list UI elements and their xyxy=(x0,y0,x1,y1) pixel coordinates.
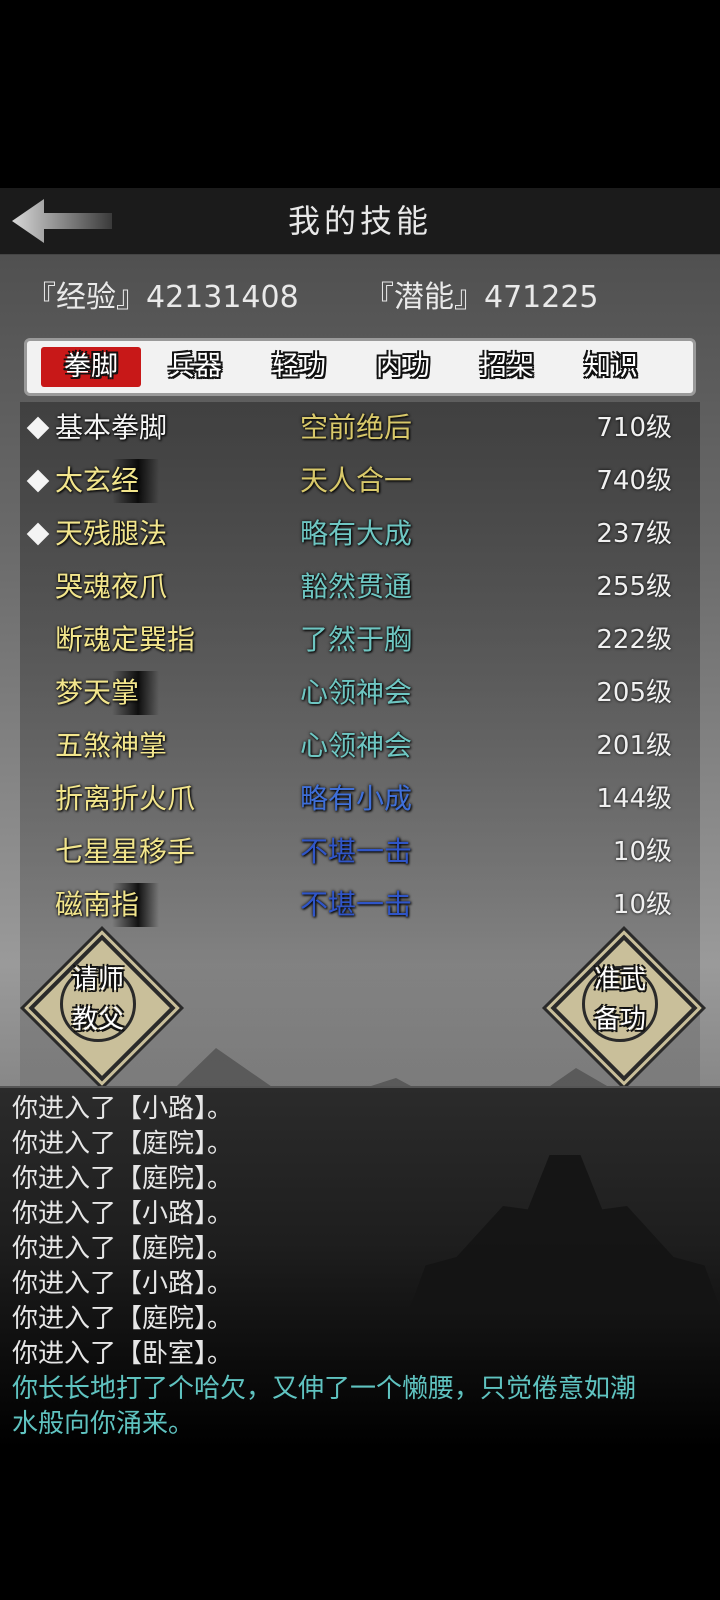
message-log: 你进入了【小路】。 你进入了【庭院】。 你进入了【庭院】。 你进入了【小路】。 你进入了… xyxy=(0,1086,720,1600)
skill-level: 710级 xyxy=(596,413,672,443)
skill-level: 10级 xyxy=(612,890,672,920)
skill-grade: 心领神会 xyxy=(300,676,413,709)
status-bar-area xyxy=(0,0,720,188)
skill-grade: 略有小成 xyxy=(300,782,413,815)
skill-level: 255级 xyxy=(596,572,672,602)
skill-level: 237级 xyxy=(596,519,672,549)
skill-name: 折离折火爪 xyxy=(55,782,196,815)
log-lines: 你进入了【小路】。 你进入了【庭院】。 你进入了【庭院】。 你进入了【小路】。 你进入了… xyxy=(12,1092,712,1442)
skill-row[interactable]: 折离折火爪 略有小成 144级 xyxy=(20,773,700,826)
diamond-bullet-icon xyxy=(26,416,50,440)
tab-zhishi[interactable]: 知识 xyxy=(561,347,661,387)
skill-row[interactable]: 太玄经 天人合一 740级 xyxy=(20,455,700,508)
skill-grade: 豁然贯通 xyxy=(300,570,413,603)
log-line: 你进入了【小路】。 xyxy=(12,1094,234,1124)
header-bar: 我的技能 xyxy=(0,188,720,255)
skill-name: 梦天掌 xyxy=(55,671,160,715)
skill-level: 10级 xyxy=(612,837,672,867)
skill-level: 144级 xyxy=(596,784,672,814)
tab-quanjiao[interactable]: 拳脚 xyxy=(41,347,141,387)
prepare-skill-button[interactable]: 准武 备功 xyxy=(550,934,698,1082)
skill-category-tabs: 拳脚 兵器 轻功 内功 招架 知识 xyxy=(24,338,696,396)
log-line: 你进入了【小路】。 xyxy=(12,1269,234,1299)
tab-qinggong[interactable]: 轻功 xyxy=(249,347,349,387)
skill-row[interactable]: 五煞神掌 心领神会 201级 xyxy=(20,720,700,773)
skill-row[interactable]: 七星星移手 不堪一击 10级 xyxy=(20,826,700,879)
skills-screen: 我的技能 『经验』42131408 『潜能』471225 拳脚 兵器 轻功 内功… xyxy=(0,188,720,1600)
log-line: 水般向你涌来。 xyxy=(12,1409,195,1439)
stats-bar: 『经验』42131408 『潜能』471225 xyxy=(0,254,720,334)
skill-row[interactable]: 哭魂夜爪 豁然贯通 255级 xyxy=(20,561,700,614)
skill-grade: 不堪一击 xyxy=(300,835,413,868)
skill-row[interactable]: 基本拳脚 空前绝后 710级 xyxy=(20,402,700,455)
skill-level: 205级 xyxy=(596,678,672,708)
diamond-bullet-icon xyxy=(26,469,50,493)
skill-row[interactable]: 梦天掌 心领神会 205级 xyxy=(20,667,700,720)
skill-row[interactable]: 磁南指 不堪一击 10级 xyxy=(20,879,700,932)
log-line: 你进入了【庭院】。 xyxy=(12,1304,234,1334)
skill-row[interactable]: 天残腿法 略有大成 237级 xyxy=(20,508,700,561)
skill-grade: 心领神会 xyxy=(300,729,413,762)
skill-row[interactable]: 断魂定巽指 了然于胸 222级 xyxy=(20,614,700,667)
log-line: 你进入了【卧室】。 xyxy=(12,1339,234,1369)
log-line: 你进入了【庭院】。 xyxy=(12,1164,234,1194)
tab-neigong[interactable]: 内功 xyxy=(353,347,453,387)
skill-grade: 略有大成 xyxy=(300,517,413,550)
skill-name: 哭魂夜爪 xyxy=(55,570,168,603)
skill-grade: 天人合一 xyxy=(300,464,413,497)
skill-level: 201级 xyxy=(596,731,672,761)
ask-teacher-button[interactable]: 请师 教父 xyxy=(28,934,176,1082)
log-line: 你进入了【庭院】。 xyxy=(12,1129,234,1159)
skill-name: 七星星移手 xyxy=(55,835,196,868)
button-label: 请师 教父 xyxy=(71,965,124,1035)
potential-stat: 『潜能』471225 xyxy=(364,280,599,315)
skill-grade: 空前绝后 xyxy=(300,411,413,444)
skill-name: 五煞神掌 xyxy=(55,729,168,762)
skill-grade: 不堪一击 xyxy=(300,888,413,921)
exp-stat: 『经验』42131408 xyxy=(26,280,299,315)
skill-name: 太玄经 xyxy=(55,459,160,503)
skill-level: 740级 xyxy=(596,466,672,496)
log-line: 你进入了【小路】。 xyxy=(12,1199,234,1229)
page-title: 我的技能 xyxy=(287,202,432,240)
button-label: 准武 备功 xyxy=(593,965,646,1035)
skill-name: 磁南指 xyxy=(55,883,160,927)
log-line: 你长长地打了个哈欠，又伸了一个懒腰，只觉倦意如潮 xyxy=(12,1374,637,1404)
diamond-bullet-icon xyxy=(26,522,50,546)
skill-name: 断魂定巽指 xyxy=(55,623,196,656)
skill-level: 222级 xyxy=(596,625,672,655)
log-line: 你进入了【庭院】。 xyxy=(12,1234,234,1264)
skill-name: 天残腿法 xyxy=(55,517,168,550)
skill-grade: 了然于胸 xyxy=(300,623,413,656)
skill-name: 基本拳脚 xyxy=(55,411,168,444)
tab-bingqi[interactable]: 兵器 xyxy=(145,347,245,387)
tab-zhaojia[interactable]: 招架 xyxy=(457,347,557,387)
